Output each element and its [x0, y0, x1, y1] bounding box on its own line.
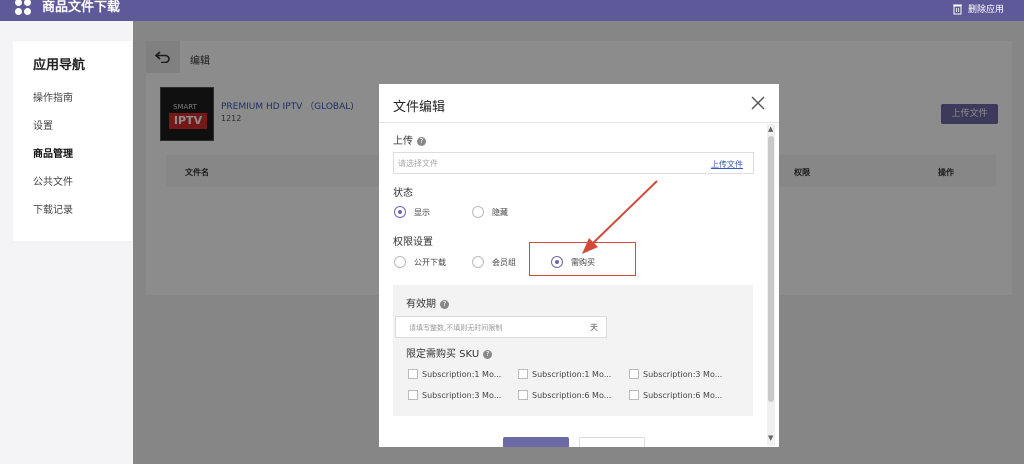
sku-label: 限定需购买 SKU?	[406, 345, 493, 360]
checkbox-icon	[408, 390, 418, 400]
sku-checkbox[interactable]: Subscription:1 Mo...	[408, 369, 501, 379]
top-bar: 商品文件下载 删除应用	[0, 0, 1024, 21]
permission-radio-member[interactable]: 会员组	[472, 256, 516, 268]
confirm-button[interactable]	[503, 437, 569, 447]
upload-file-link[interactable]: 上传文件	[711, 159, 743, 170]
help-icon[interactable]: ?	[417, 137, 426, 146]
delete-app-button[interactable]: 删除应用	[952, 2, 1004, 15]
upload-label: 上传?	[393, 132, 426, 147]
cancel-button[interactable]	[579, 437, 645, 447]
sku-checkbox[interactable]: Subscription:1 Mo...	[518, 369, 611, 379]
radio-icon	[472, 256, 484, 268]
sidebar-item-guide[interactable]: 操作指南	[33, 89, 73, 104]
trash-icon	[952, 4, 962, 14]
dialog-title: 文件编辑	[393, 100, 446, 115]
help-icon[interactable]: ?	[483, 350, 493, 359]
checkbox-icon	[518, 390, 528, 400]
delete-app-label: 删除应用	[967, 5, 1004, 15]
sku-checkbox[interactable]: Subscription:3 Mo...	[629, 369, 722, 379]
app-title: 商品文件下载	[42, 0, 121, 15]
checkbox-icon	[408, 369, 418, 379]
help-icon[interactable]: ?	[440, 300, 449, 309]
permission-radio-public[interactable]: 公开下载	[394, 256, 446, 268]
status-radio-show[interactable]: 显示	[394, 206, 430, 218]
permission-label: 权限设置	[393, 237, 433, 248]
annotation-highlight-box	[529, 242, 636, 276]
sku-checkbox[interactable]: Subscription:3 Mo...	[408, 390, 501, 400]
radio-selected-icon	[394, 206, 406, 218]
close-icon[interactable]	[749, 94, 767, 112]
status-radio-hide[interactable]: 隐藏	[472, 206, 508, 218]
checkbox-icon	[518, 369, 528, 379]
validity-label: 有效期?	[406, 295, 449, 310]
file-select-input[interactable]: 请选择文件 上传文件	[393, 152, 754, 174]
validity-days-input[interactable]: 请填写整数,不填则无时间限制 天	[395, 316, 607, 338]
sidebar-item-settings[interactable]: 设置	[33, 117, 53, 132]
validity-placeholder: 请填写整数,不填则无时间限制	[409, 324, 503, 332]
status-label: 状态	[393, 188, 413, 199]
scrollbar-thumb[interactable]	[768, 136, 774, 402]
checkbox-icon	[629, 390, 639, 400]
app-logo-icon	[14, 0, 32, 19]
radio-icon	[472, 206, 484, 218]
sidebar-title: 应用导航	[33, 58, 86, 73]
dialog-divider	[379, 122, 779, 123]
sidebar-item-products[interactable]: 商品管理	[33, 145, 73, 160]
sku-checkbox[interactable]: Subscription:6 Mo...	[629, 390, 722, 400]
sku-checkbox[interactable]: Subscription:6 Mo...	[518, 390, 611, 400]
sidebar-item-public-files[interactable]: 公共文件	[33, 173, 73, 188]
file-edit-dialog: 文件编辑 上传? 请选择文件 上传文件 状态 显示 隐藏 权限设置 公开下载 会…	[379, 84, 779, 447]
sidebar-item-download-log[interactable]: 下载记录	[33, 201, 73, 216]
scroll-down-icon[interactable]: ▼	[768, 434, 773, 442]
sidebar: 应用导航 操作指南 设置 商品管理 公共文件 下载记录	[13, 41, 132, 241]
dialog-scrollbar[interactable]	[767, 124, 775, 446]
scroll-up-icon[interactable]: ▲	[768, 125, 773, 133]
file-placeholder: 请选择文件	[398, 159, 438, 168]
validity-unit: 天	[590, 323, 598, 332]
radio-icon	[394, 256, 406, 268]
checkbox-icon	[629, 369, 639, 379]
